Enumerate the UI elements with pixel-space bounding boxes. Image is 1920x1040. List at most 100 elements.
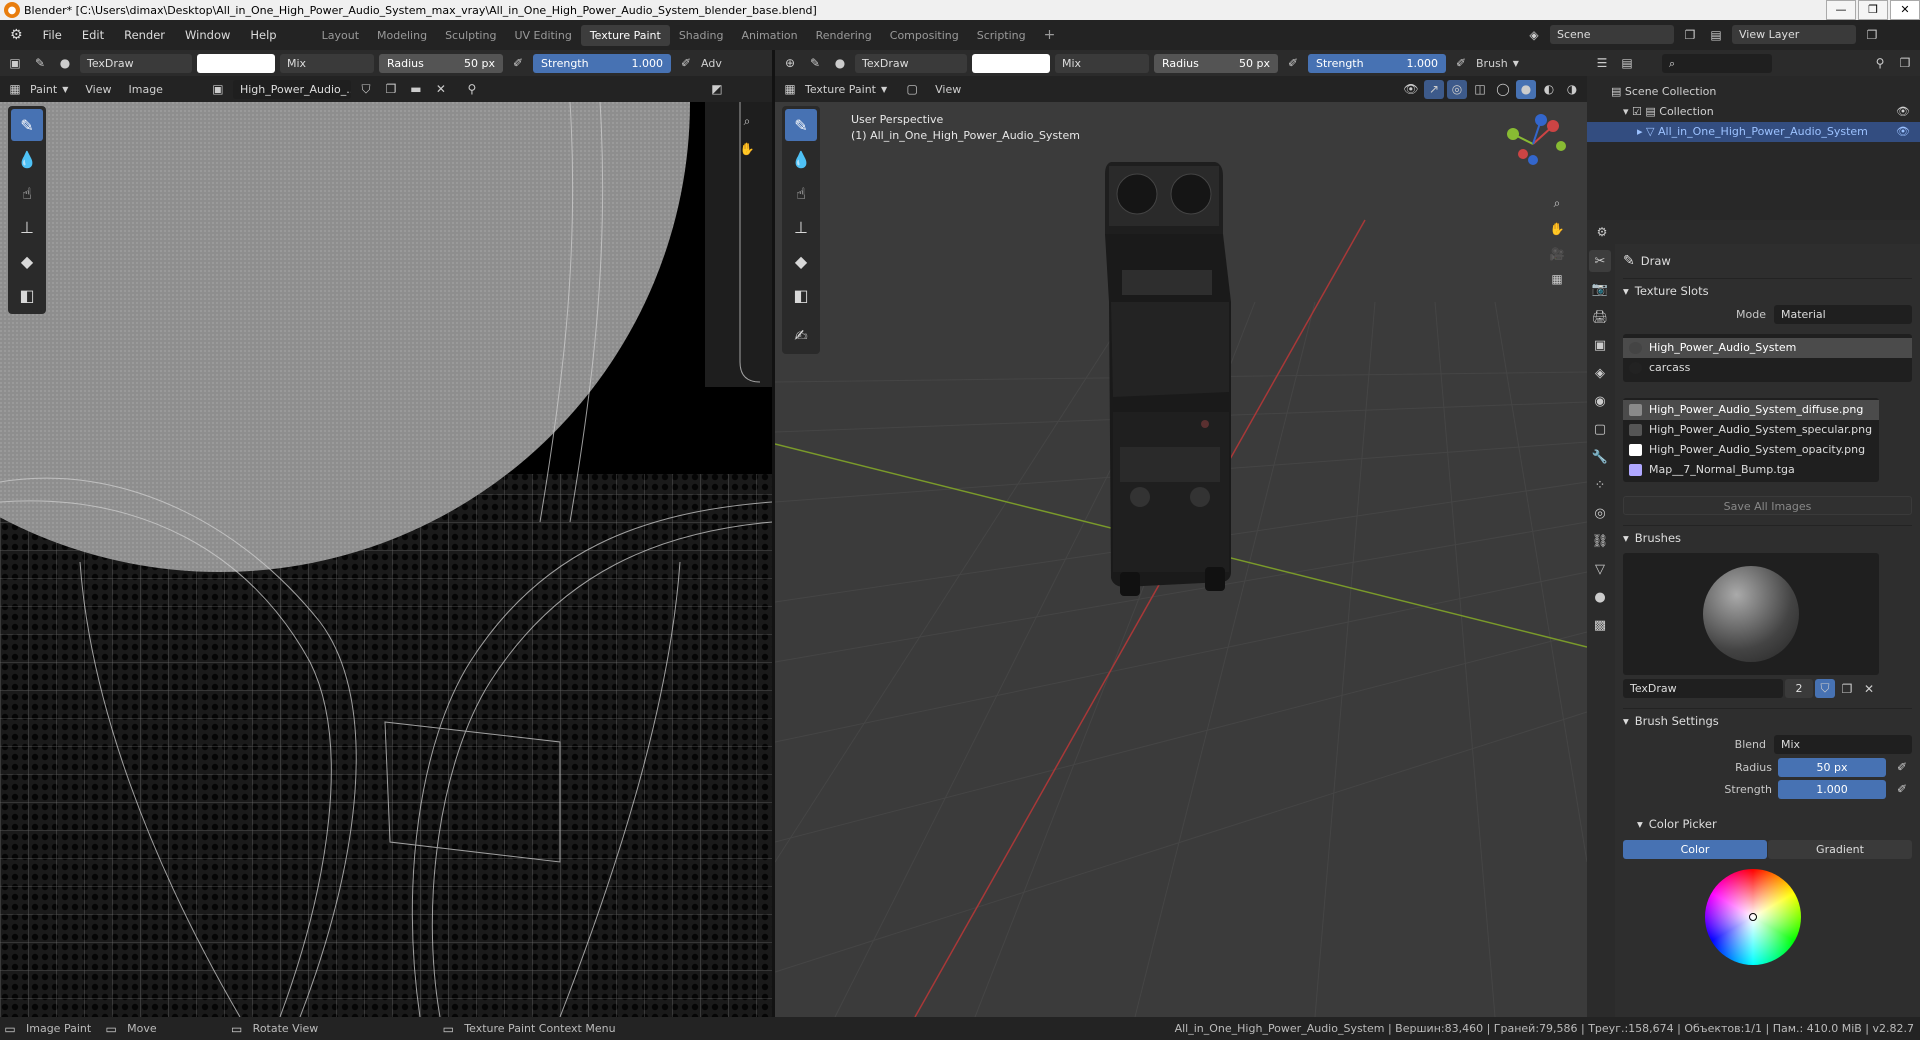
tab-scripting[interactable]: Scripting xyxy=(968,25,1035,46)
radius-pressure-icon[interactable]: ✐ xyxy=(508,54,528,73)
material-shading-icon[interactable]: ◐ xyxy=(1539,80,1559,99)
brush-preview[interactable] xyxy=(1623,553,1879,675)
new-collection-icon[interactable]: ❐ xyxy=(1895,54,1915,73)
clone-tool-icon[interactable]: ⊥ xyxy=(11,211,43,243)
settings-strength-slider[interactable]: 1.000 xyxy=(1778,779,1886,799)
outliner-object-row[interactable]: ▸ ▽ All_in_One_High_Power_Audio_System 👁 xyxy=(1587,122,1920,142)
image-slot-item[interactable]: High_Power_Audio_System_diffuse.png xyxy=(1623,400,1879,420)
soften-tool-icon[interactable]: 💧 xyxy=(11,143,43,175)
material-tab-icon[interactable]: ● xyxy=(1589,586,1611,608)
material-slot-item[interactable]: carcass xyxy=(1623,358,1912,378)
color-wheel[interactable] xyxy=(1705,869,1801,965)
brush-settings-panel[interactable]: ▾ Brush Settings xyxy=(1623,708,1912,732)
image-name-field[interactable]: High_Power_Audio_... xyxy=(232,79,351,99)
pin-icon[interactable]: ⚲ xyxy=(462,80,482,99)
brush-tool-icon[interactable]: ✎ xyxy=(30,54,50,73)
image-canvas[interactable]: ✎ 💧 ☝ ⊥ ◆ ◧ ⌕ ✋ xyxy=(0,102,772,1017)
unlink-image-icon[interactable]: ✕ xyxy=(431,80,451,99)
brush-menu[interactable]: Brush xyxy=(1476,57,1508,70)
material-slot-item[interactable]: High_Power_Audio_System xyxy=(1623,338,1912,358)
filter-icon[interactable]: ⚲ xyxy=(1870,54,1890,73)
vp-draw-tool-icon[interactable]: ✎ xyxy=(785,109,817,141)
tab-uv-editing[interactable]: UV Editing xyxy=(505,25,580,46)
close-button[interactable]: ✕ xyxy=(1890,0,1920,20)
outliner-type-icon[interactable]: ☰ xyxy=(1592,54,1612,73)
settings-blend-select[interactable]: Mix xyxy=(1774,734,1912,754)
viewport-radius-slider[interactable]: Radius 50 px xyxy=(1154,53,1278,73)
fill-tool-icon[interactable]: ◆ xyxy=(11,245,43,277)
texture-paint-mode-menu[interactable]: Texture Paint xyxy=(805,83,876,96)
collection-visibility-icon[interactable]: 👁 xyxy=(1896,102,1910,122)
modifier-tab-icon[interactable]: 🔧 xyxy=(1589,446,1611,468)
color-picker-panel[interactable]: ▾ Color Picker xyxy=(1623,812,1912,836)
viewport-strength-slider[interactable]: Strength 1.000 xyxy=(1308,53,1446,73)
new-image-icon[interactable]: ❐ xyxy=(381,80,401,99)
blender-menu-icon[interactable]: ⚙ xyxy=(0,27,33,43)
paint-mask-icon[interactable]: ▢ xyxy=(902,80,922,99)
brushes-panel[interactable]: ▾ Brushes xyxy=(1623,525,1912,549)
object-tab-icon[interactable]: ▢ xyxy=(1589,418,1611,440)
solid-shading-icon[interactable]: ● xyxy=(1516,79,1536,99)
menu-window[interactable]: Window xyxy=(175,28,240,42)
new-scene-icon[interactable]: ❐ xyxy=(1680,25,1700,44)
viewport-brush-tool-icon[interactable]: ✎ xyxy=(805,54,825,73)
outliner-collection[interactable]: ▾ ☑ ▤ Collection 👁 xyxy=(1611,102,1920,122)
ortho-toggle-icon[interactable]: ▦ xyxy=(1547,269,1567,288)
vp-soften-tool-icon[interactable]: 💧 xyxy=(785,143,817,175)
strength-slider[interactable]: Strength 1.000 xyxy=(533,53,671,73)
scene-tab-icon[interactable]: ◈ xyxy=(1589,362,1611,384)
image-browse-icon[interactable]: ▣ xyxy=(208,80,228,99)
view-layer-field[interactable]: View Layer xyxy=(1732,25,1856,44)
view-layer-tab-icon[interactable]: ▣ xyxy=(1589,334,1611,356)
view-layer-icon[interactable]: ▤ xyxy=(1706,25,1726,44)
brush-preview-icon[interactable]: ● xyxy=(55,54,75,73)
tab-rendering[interactable]: Rendering xyxy=(807,25,881,46)
tab-modeling[interactable]: Modeling xyxy=(368,25,436,46)
brush-unlink-icon[interactable]: ✕ xyxy=(1859,679,1879,698)
display-mode-icon[interactable]: ▤ xyxy=(1617,54,1637,73)
tool-tab-icon[interactable]: ✂ xyxy=(1589,250,1611,272)
settings-radius-slider[interactable]: 50 px xyxy=(1778,757,1886,777)
image-slot-item[interactable]: Map__7_Normal_Bump.tga xyxy=(1623,460,1879,480)
save-all-images-button[interactable]: Save All Images xyxy=(1623,496,1912,515)
fake-user-icon[interactable]: ⛉ xyxy=(356,80,376,99)
texture-tab-icon[interactable]: ▩ xyxy=(1589,614,1611,636)
image-menu[interactable]: Image xyxy=(129,83,163,96)
visibility-icon[interactable]: 👁 xyxy=(1401,80,1421,99)
vp-clone-tool-icon[interactable]: ⊥ xyxy=(785,211,817,243)
paint-mode-icon[interactable]: ▦ xyxy=(5,80,25,99)
camera-view-icon[interactable]: 🎥 xyxy=(1547,244,1567,263)
scene-icon[interactable]: ◈ xyxy=(1524,25,1544,44)
tab-texture-paint[interactable]: Texture Paint xyxy=(580,24,670,46)
vp-mask-tool-icon[interactable]: ◧ xyxy=(785,279,817,311)
brush-name-field[interactable]: TexDraw xyxy=(80,53,192,73)
slot-mode-select[interactable]: Material xyxy=(1774,304,1912,324)
uv-display-icon[interactable]: ◩ xyxy=(707,80,727,99)
menu-help[interactable]: Help xyxy=(240,28,286,42)
image-slot-item[interactable]: High_Power_Audio_System_opacity.png xyxy=(1623,440,1879,460)
new-view-layer-icon[interactable]: ❐ xyxy=(1862,25,1882,44)
viewport-brush-color-swatch[interactable] xyxy=(972,53,1050,73)
brush-datablock-field[interactable]: TexDraw xyxy=(1623,679,1783,698)
viewport-view-menu[interactable]: View xyxy=(935,83,961,96)
viewport-zoom-icon[interactable]: ⌕ xyxy=(1547,194,1567,213)
mask-tool-icon[interactable]: ◧ xyxy=(11,279,43,311)
settings-radius-pressure-icon[interactable]: ✐ xyxy=(1892,758,1912,777)
menu-render[interactable]: Render xyxy=(114,28,175,42)
maximize-button[interactable]: ❐ xyxy=(1858,0,1888,20)
gizmo-icon[interactable]: ↗ xyxy=(1424,79,1444,99)
render-tab-icon[interactable]: 📷 xyxy=(1589,278,1611,300)
particles-tab-icon[interactable]: ⁘ xyxy=(1589,474,1611,496)
brush-fake-user-icon[interactable]: ⛉ xyxy=(1815,679,1835,698)
vp-annotate-tool-icon[interactable]: ✍ xyxy=(785,319,817,351)
menu-edit[interactable]: Edit xyxy=(72,28,114,42)
image-slot-item[interactable]: High_Power_Audio_System_specular.png xyxy=(1623,420,1879,440)
open-image-icon[interactable]: ▬ xyxy=(406,80,426,99)
world-tab-icon[interactable]: ◉ xyxy=(1589,390,1611,412)
menu-file[interactable]: File xyxy=(33,28,72,42)
color-cursor[interactable] xyxy=(1749,913,1757,921)
paint-menu[interactable]: Paint xyxy=(30,83,57,96)
brush-color-swatch[interactable] xyxy=(197,53,275,73)
tab-compositing[interactable]: Compositing xyxy=(881,25,968,46)
view-menu[interactable]: View xyxy=(85,83,111,96)
